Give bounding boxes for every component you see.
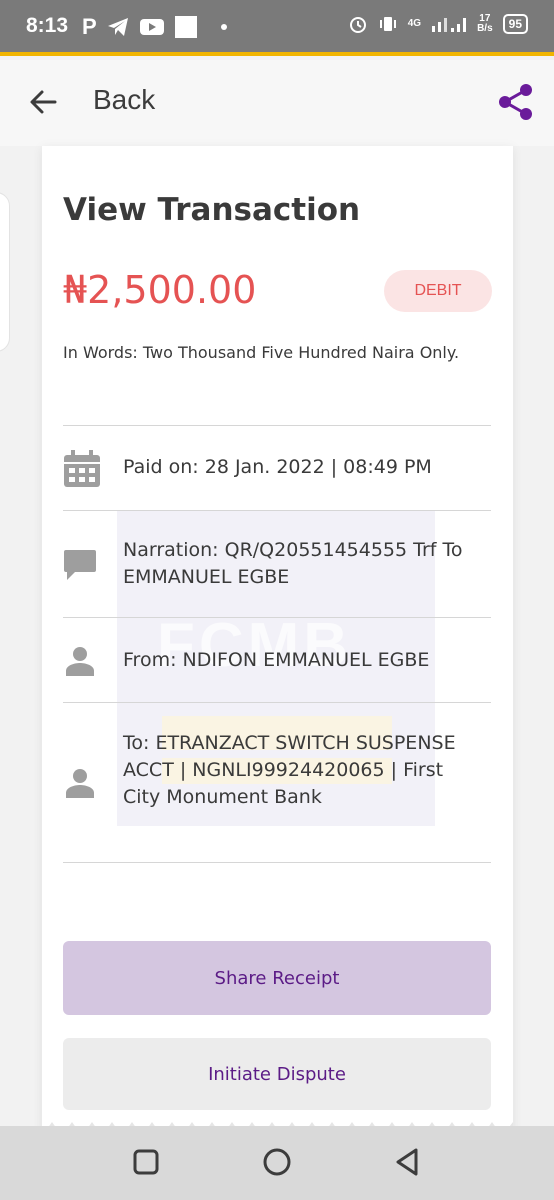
transaction-amount: ₦2,500.00 [63, 268, 257, 312]
narration-text: Narration: QR/Q20551454555 Trf To EMMANU… [123, 539, 463, 588]
back-button[interactable]: Back [93, 84, 155, 116]
system-nav-bar [0, 1126, 554, 1200]
previous-card-edge [0, 192, 10, 352]
person-icon [66, 769, 94, 798]
more-notifications-icon [220, 24, 227, 30]
p-app-icon: P [82, 14, 97, 39]
status-time: 8:13 [26, 14, 69, 37]
status-accent-line [0, 52, 554, 56]
chat-icon [64, 550, 96, 580]
signal-icon [432, 18, 467, 32]
battery-indicator: 95 [502, 14, 528, 34]
divider [63, 510, 491, 511]
amount-in-words: In Words: Two Thousand Five Hundred Nair… [63, 343, 460, 362]
telegram-icon [107, 18, 128, 36]
system-icons: 4G 17 B/s 95 [348, 14, 528, 34]
home-circle-icon[interactable] [259, 1144, 295, 1180]
back-arrow-icon[interactable] [28, 87, 58, 117]
vibrate-icon [379, 17, 396, 31]
divider [63, 702, 491, 703]
from-text: From: NDIFON EMMANUEL EGBE [123, 649, 430, 671]
page-title: View Transaction [63, 192, 361, 228]
share-receipt-button[interactable]: Share Receipt [63, 941, 491, 1015]
network-type: 4G [407, 18, 422, 29]
network-speed: 17 B/s [477, 13, 493, 34]
debit-badge: DEBIT [384, 270, 492, 312]
app-bar: Back [0, 60, 554, 146]
divider [63, 617, 491, 618]
notification-icons: P [82, 14, 227, 40]
person-icon [66, 647, 94, 676]
to-text: To: ETRANZACT SWITCH SUSPENSE ACCT | NGN… [123, 732, 456, 808]
share-icon[interactable] [496, 82, 536, 122]
status-bar: 8:13 P 4G 17 B/s 95 [0, 0, 554, 56]
transaction-card: FCMB View Transaction ₦2,500.00 DEBIT In… [42, 146, 513, 1136]
divider [63, 425, 491, 426]
alarm-icon [349, 17, 366, 33]
initiate-dispute-button[interactable]: Initiate Dispute [63, 1038, 491, 1110]
back-triangle-icon[interactable] [389, 1144, 425, 1180]
calendar-icon [64, 450, 100, 487]
paid-on-text: Paid on: 28 Jan. 2022 | 08:49 PM [123, 456, 432, 478]
image-icon [174, 16, 197, 38]
recents-square-icon[interactable] [128, 1144, 164, 1180]
youtube-icon [139, 19, 164, 35]
divider [63, 862, 491, 863]
